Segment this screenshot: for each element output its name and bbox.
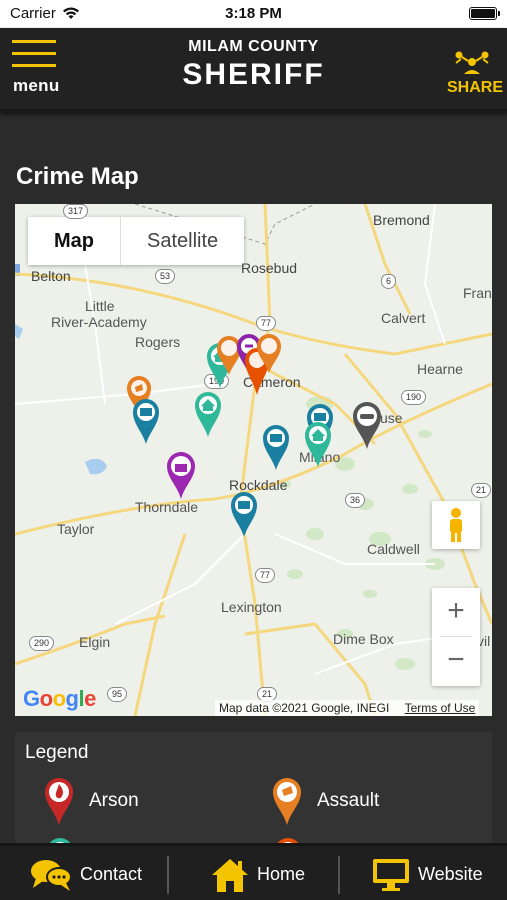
highway-shield: 6 bbox=[381, 274, 397, 289]
app-title: SHERIFF bbox=[182, 58, 325, 91]
street-view-pegman[interactable] bbox=[432, 501, 480, 549]
place-label: Caldwell bbox=[367, 541, 420, 557]
home-label: Home bbox=[257, 864, 306, 884]
map-pin-burglary[interactable] bbox=[303, 420, 333, 468]
fist-icon bbox=[273, 778, 301, 825]
place-label: Elgin bbox=[79, 634, 111, 650]
highway-shield: 21 bbox=[471, 483, 492, 498]
map-type-toggle: Map Satellite bbox=[28, 217, 245, 265]
share-button[interactable]: SHARE bbox=[447, 50, 504, 96]
terms-of-use-link[interactable]: Terms of Use bbox=[405, 701, 476, 715]
contact-label: Contact bbox=[80, 864, 143, 884]
map-pin-theft[interactable] bbox=[131, 397, 161, 445]
zoom-in-button[interactable]: + bbox=[432, 588, 480, 636]
highway-shield: 190 bbox=[401, 390, 427, 405]
tab-divider bbox=[167, 856, 169, 894]
crime-map[interactable]: Map Satellite Bremond Belton Rosebud Lit… bbox=[15, 204, 492, 716]
place-label: Rosebud bbox=[241, 260, 298, 276]
map-attribution: Map data ©2021 Google, INEGI Terms of Us… bbox=[215, 700, 480, 716]
tab-divider bbox=[338, 856, 340, 894]
bottom-nav: Contact Home Website bbox=[0, 843, 507, 900]
legend-item-arson: Arson bbox=[43, 776, 139, 826]
legend-title: Legend bbox=[25, 742, 89, 763]
legend-label: Arson bbox=[89, 790, 139, 811]
place-label: Belton bbox=[31, 268, 71, 284]
zoom-control: + − bbox=[432, 588, 480, 686]
fire-icon bbox=[45, 778, 73, 825]
share-icon bbox=[455, 51, 489, 74]
highway-shield: 290 bbox=[29, 636, 55, 651]
place-label: Lexington bbox=[221, 599, 282, 615]
zoom-out-button[interactable]: − bbox=[432, 637, 480, 685]
legend-label: Assault bbox=[317, 790, 380, 811]
place-label: use bbox=[380, 410, 403, 426]
place-label: Taylor bbox=[57, 521, 95, 537]
highway-shield: 77 bbox=[255, 568, 276, 583]
map-type-satellite-button[interactable]: Satellite bbox=[121, 217, 245, 265]
place-label: River-Academy bbox=[51, 314, 147, 330]
map-pin-vandalism[interactable] bbox=[165, 450, 197, 500]
county-name: MILAM COUNTY bbox=[188, 38, 319, 55]
home-icon bbox=[212, 858, 248, 892]
attribution-text: Map data ©2021 Google, INEGI bbox=[219, 701, 390, 715]
pegman-icon bbox=[450, 508, 462, 542]
brand: MILAM COUNTY SHERIFF bbox=[0, 38, 507, 92]
clock: 3:18 PM bbox=[225, 5, 282, 22]
share-label: SHARE bbox=[447, 79, 504, 96]
place-label: Rogers bbox=[135, 334, 181, 350]
highway-shield: 95 bbox=[107, 687, 128, 702]
map-pin-vehicle[interactable] bbox=[351, 400, 383, 450]
place-label: Fran bbox=[463, 285, 492, 301]
monitor-icon bbox=[373, 858, 409, 891]
status-bar: Carrier 3:18 PM bbox=[0, 0, 507, 28]
page-title: Crime Map bbox=[16, 163, 139, 190]
website-tab[interactable]: Website bbox=[372, 846, 483, 900]
highway-shield: 317 bbox=[63, 204, 89, 219]
highway-shield: 36 bbox=[345, 493, 366, 508]
legend-item-assault: Assault bbox=[271, 776, 379, 826]
highway-shield: 77 bbox=[256, 316, 277, 331]
chat-bubbles-icon bbox=[31, 859, 72, 891]
place-label: Bremond bbox=[373, 212, 430, 228]
highway-shield: 53 bbox=[155, 269, 176, 284]
place-label: Little bbox=[85, 298, 115, 314]
place-label: Calvert bbox=[381, 310, 426, 326]
map-type-map-button[interactable]: Map bbox=[28, 217, 121, 265]
website-label: Website bbox=[418, 864, 483, 884]
app-header: menu MILAM COUNTY SHERIFF SHARE bbox=[0, 28, 507, 112]
place-label: Thorndale bbox=[135, 499, 199, 515]
battery-icon bbox=[469, 7, 500, 20]
contact-tab[interactable]: Contact bbox=[30, 846, 142, 900]
place-label: Dime Box bbox=[333, 631, 394, 647]
map-pin-theft[interactable] bbox=[261, 423, 291, 471]
map-pin-burglary[interactable] bbox=[193, 390, 223, 438]
map-pin-theft[interactable] bbox=[229, 490, 259, 538]
home-tab[interactable]: Home bbox=[211, 846, 305, 900]
place-label: Hearne bbox=[417, 361, 463, 377]
map-pin-assault[interactable] bbox=[255, 332, 283, 374]
google-logo: Google bbox=[23, 686, 96, 711]
